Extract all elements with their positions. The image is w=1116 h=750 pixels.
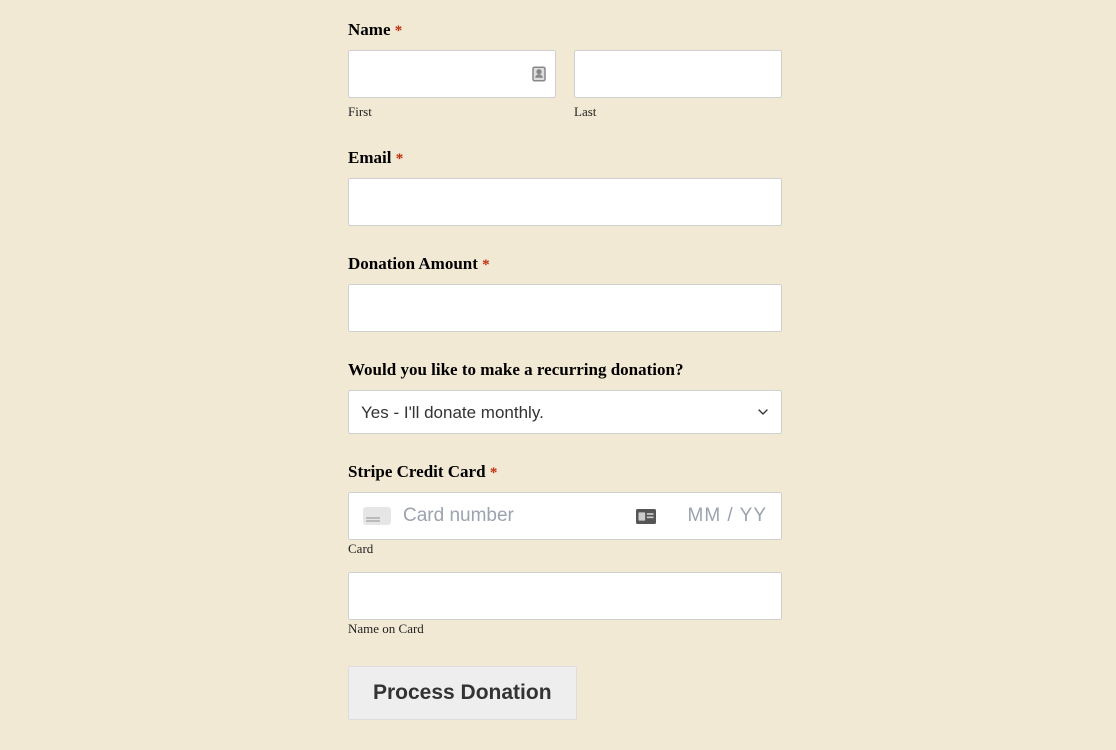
stripe-field-group: Stripe Credit Card * Card number MM / YY…: [348, 462, 782, 638]
name-input-row: First Last: [348, 50, 782, 120]
stripe-label: Stripe Credit Card *: [348, 462, 782, 482]
recurring-field-group: Would you like to make a recurring donat…: [348, 360, 782, 434]
required-indicator: *: [482, 257, 490, 273]
card-input-row[interactable]: Card number MM / YY: [348, 492, 782, 540]
required-indicator: *: [396, 151, 404, 167]
recurring-select[interactable]: Yes - I'll donate monthly.: [348, 390, 782, 434]
recurring-label: Would you like to make a recurring donat…: [348, 360, 782, 380]
name-label: Name *: [348, 20, 782, 40]
autofill-icon: [636, 509, 656, 524]
name-on-card-sublabel: Name on Card: [348, 621, 424, 636]
card-number-placeholder: Card number: [403, 505, 624, 527]
name-on-card-input[interactable]: [348, 572, 782, 620]
last-name-input[interactable]: [574, 50, 782, 98]
donation-amount-field-group: Donation Amount *: [348, 254, 782, 332]
card-sublabel: Card: [348, 541, 373, 556]
email-input[interactable]: [348, 178, 782, 226]
first-name-sublabel: First: [348, 104, 556, 120]
email-label: Email *: [348, 148, 782, 168]
credit-card-icon: [363, 507, 391, 525]
required-indicator: *: [490, 465, 498, 481]
email-field-group: Email *: [348, 148, 782, 226]
required-indicator: *: [395, 23, 403, 39]
name-field-group: Name * First Last: [348, 20, 782, 120]
donation-amount-input[interactable]: [348, 284, 782, 332]
first-name-input[interactable]: [348, 50, 556, 98]
donation-form: Name * First Last: [348, 20, 782, 720]
process-donation-button[interactable]: Process Donation: [348, 666, 577, 720]
last-name-sublabel: Last: [574, 104, 782, 120]
donation-amount-label: Donation Amount *: [348, 254, 782, 274]
card-expiry-placeholder: MM / YY: [688, 505, 768, 527]
